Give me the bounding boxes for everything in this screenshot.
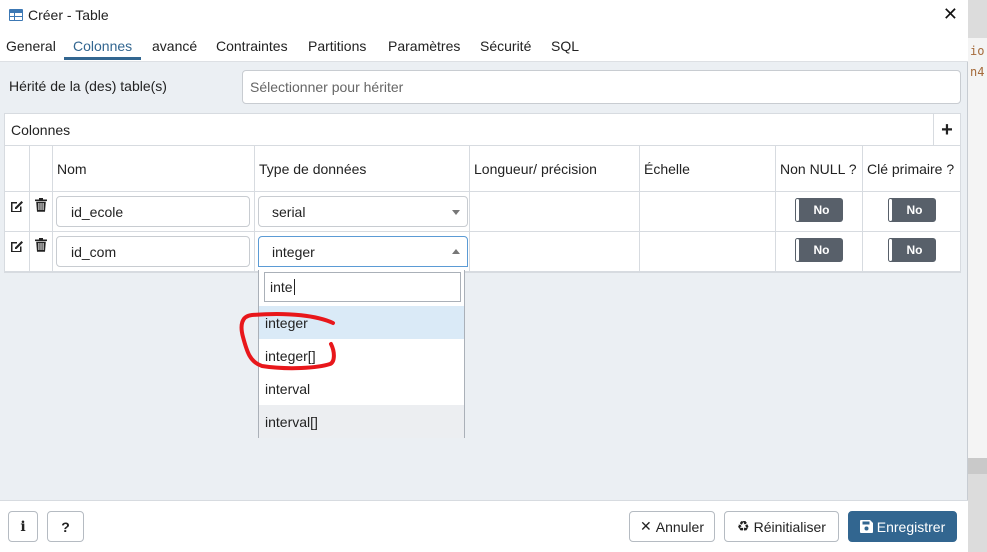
table-icon [9,9,23,21]
tab-general[interactable]: General [6,38,56,54]
dropdown-option[interactable]: interval[] [259,405,464,438]
data-type-value: serial [272,203,306,220]
data-type-dropdown: inte integer integer[] interval interval… [258,270,465,438]
tab-securite[interactable]: Sécurité [480,38,531,54]
header-delete-col [30,146,53,192]
dropdown-search-input[interactable]: inte [264,272,461,302]
name-cell: id_com [53,232,255,272]
columns-panel-header: Colonnes + [5,114,960,146]
dialog-titlebar: Créer - Table ✕ [0,0,968,30]
close-icon: ✕ [640,518,652,534]
toggle-label: No [906,243,923,257]
length-cell[interactable] [470,192,640,232]
close-icon[interactable]: ✕ [943,4,958,25]
header-longueur: Longueur/ précision [470,146,640,192]
save-button[interactable]: Enregistrer [848,511,957,542]
tab-avance[interactable]: avancé [152,38,197,54]
tab-colonnes[interactable]: Colonnes [73,38,132,54]
background-code-line: io [970,44,985,58]
primary-key-cell: No [863,192,960,232]
dialog-footer: i ? ✕ Annuler ♻ Réinitialiser Enregistre… [0,500,968,552]
header-edit-col [5,146,30,192]
delete-cell [30,192,53,232]
toggle-label: No [813,203,830,217]
header-type: Type de données [255,146,470,192]
tab-partitions[interactable]: Partitions [308,38,366,54]
columns-panel-title: Colonnes [11,122,71,138]
text-cursor [293,279,295,295]
tab-parametres[interactable]: Paramètres [388,38,460,54]
dropdown-search-value: inte [270,279,293,295]
edit-icon[interactable] [10,199,24,213]
background-scrollbar [968,458,987,474]
column-name-input[interactable]: id_ecole [56,196,250,227]
delete-cell [30,232,53,272]
dropdown-option[interactable]: integer [259,306,464,339]
trash-icon[interactable] [35,198,47,212]
save-icon [859,520,873,533]
scale-cell[interactable] [640,232,776,272]
name-cell: id_ecole [53,192,255,232]
not-null-cell: No [776,192,863,232]
dropdown-option[interactable]: integer[] [259,339,464,372]
inherit-select[interactable]: Sélectionner pour hériter [242,70,961,104]
header-primary-key: Clé primaire ? [863,146,960,192]
header-echelle: Échelle [640,146,776,192]
length-cell[interactable] [470,232,640,272]
primary-key-cell: No [863,232,960,272]
reset-label: Réinitialiser [753,518,826,535]
info-button[interactable]: i [8,511,38,542]
not-null-toggle[interactable]: No [795,198,843,222]
header-nom: Nom [53,146,255,192]
type-cell: serial [255,192,470,232]
cancel-label: Annuler [655,518,704,535]
data-type-select[interactable]: integer [258,236,468,267]
inherit-label: Hérité de la (des) table(s) [9,78,167,94]
chevron-up-icon [452,249,460,254]
save-label: Enregistrer [876,518,946,535]
primary-key-toggle[interactable]: No [888,198,936,222]
tab-contraintes[interactable]: Contraintes [216,38,288,54]
active-tab-indicator [64,57,141,60]
header-non-null: Non NULL ? [776,146,863,192]
recycle-icon: ♻ [737,518,750,534]
type-cell: integer [255,232,470,272]
not-null-toggle[interactable]: No [795,238,843,262]
tab-sql[interactable]: SQL [551,38,579,54]
primary-key-toggle[interactable]: No [888,238,936,262]
columns-panel: Colonnes + Nom Type de données Longueur/… [4,113,961,273]
help-button[interactable]: ? [47,511,84,542]
scale-cell[interactable] [640,192,776,232]
background-code-line: n4 [970,65,985,79]
background-code-panel: io n4 [968,38,987,468]
trash-icon[interactable] [35,238,47,252]
edit-icon[interactable] [10,239,24,253]
cancel-button[interactable]: ✕ Annuler [629,511,715,542]
add-column-button[interactable]: + [933,114,960,146]
reset-button[interactable]: ♻ Réinitialiser [724,511,839,542]
chevron-down-icon [452,210,460,215]
table-row [5,232,30,272]
dropdown-option[interactable]: interval [259,372,464,405]
data-type-value: integer [272,243,315,260]
tab-bar: General Colonnes avancé Contraintes Part… [0,30,968,62]
column-name-input[interactable]: id_com [56,236,250,267]
data-type-select[interactable]: serial [258,196,468,227]
table-row [5,192,30,232]
columns-grid: Nom Type de données Longueur/ précision … [5,146,960,272]
create-table-dialog: Créer - Table ✕ General Colonnes avancé … [0,0,968,552]
dialog-title: Créer - Table [28,7,109,23]
toggle-label: No [906,203,923,217]
toggle-label: No [813,243,830,257]
not-null-cell: No [776,232,863,272]
